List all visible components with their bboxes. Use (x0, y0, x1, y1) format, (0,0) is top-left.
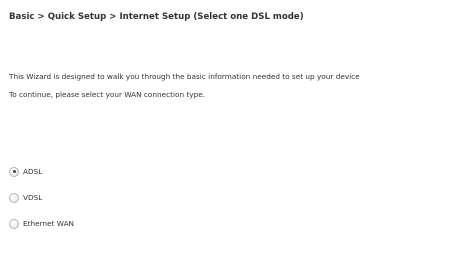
wan-mode-ethernet[interactable]: Ethernet WAN (9, 217, 74, 230)
wan-mode-label-vdsl[interactable]: VDSL (23, 193, 42, 202)
radio-button-ethernet-wan[interactable] (9, 218, 19, 229)
wan-mode-label-ethernet[interactable]: Ethernet WAN (23, 219, 74, 228)
intro-line-1: This Wizard is designed to walk you thro… (9, 72, 360, 81)
radio-button-vdsl[interactable] (9, 192, 19, 203)
wizard-intro: This Wizard is designed to walk you thro… (9, 68, 360, 104)
wan-connection-type-group: ADSL VDSL Ethernet WAN (9, 165, 74, 243)
wan-mode-label-adsl[interactable]: ADSL (23, 167, 42, 176)
wan-mode-vdsl[interactable]: VDSL (9, 191, 74, 204)
wan-mode-adsl[interactable]: ADSL (9, 165, 74, 178)
page-title-breadcrumb: Basic > Quick Setup > Internet Setup (Se… (9, 12, 304, 22)
radio-button-adsl[interactable] (9, 166, 19, 177)
intro-line-2: To continue, please select your WAN conn… (9, 90, 206, 99)
